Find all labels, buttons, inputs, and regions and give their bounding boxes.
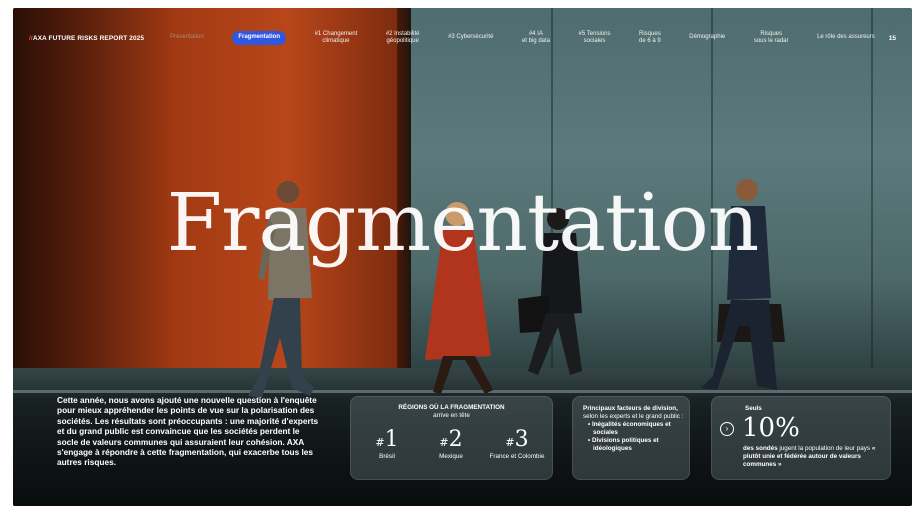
stat-text-bold: des sondés	[743, 445, 778, 452]
page-number: 15	[888, 34, 896, 42]
rank-1-country: Brésil	[379, 453, 395, 460]
nav-item-demographie[interactable]: Démographie	[689, 34, 725, 42]
rank-2-hash: #	[439, 436, 449, 449]
nav-item-cybersecurite[interactable]: #3 Cybersécurité	[448, 34, 493, 42]
arrow-circle-icon[interactable]: ›	[720, 422, 734, 436]
rank-2: #2 Mexique	[427, 427, 475, 460]
factor-item: • Inégalités économiques et sociales	[588, 421, 671, 436]
nav-item-changement-climatique[interactable]: #1 Changement climatique	[315, 31, 358, 46]
rank-2-number: 2	[448, 427, 463, 452]
regions-card: RÉGIONS OÙ LA FRAGMENTATION arrive en tê…	[350, 396, 553, 480]
brand-label: AXA FUTURE RISKS REPORT 2025	[32, 34, 145, 42]
hero-title: Fragmentation	[166, 176, 760, 269]
rank-3-hash: #	[505, 436, 515, 449]
factors-title-bold: Principaux facteurs de division,	[583, 405, 678, 412]
top-navigation: //AXA FUTURE RISKS REPORT 2025 Présentat…	[13, 8, 912, 68]
intro-paragraph: Cette année, nous avons ajouté une nouve…	[57, 395, 319, 468]
nav-item-risques-6-9[interactable]: Risques de 6 à 9	[639, 31, 661, 46]
rank-1-number: 1	[384, 427, 399, 452]
rank-1: #1 Brésil	[365, 427, 409, 460]
nav-item-role-assureurs[interactable]: Le rôle des assureurs	[817, 34, 875, 42]
nav-item-risques-radar[interactable]: Risques sous le radar	[754, 31, 789, 46]
stat-percent: 10%	[742, 413, 800, 443]
rank-3: #3 France et Colombie	[483, 427, 551, 460]
factors-title-rest: selon les experts et le grand public :	[583, 413, 684, 420]
report-brand[interactable]: //AXA FUTURE RISKS REPORT 2025	[29, 35, 144, 42]
regions-card-title: RÉGIONS OÙ LA FRAGMENTATION	[398, 404, 505, 411]
nav-item-fragmentation[interactable]: Fragmentation	[232, 31, 287, 45]
division-factors-card: Principaux facteurs de division, selon l…	[572, 396, 690, 480]
rank-1-hash: #	[375, 436, 385, 449]
stat-description: des sondés jugent la population de leur …	[743, 445, 889, 469]
regions-card-subtitle: arrive en tête	[433, 412, 470, 419]
unity-stat-card: Seuls › 10% des sondés jugent la populat…	[711, 396, 891, 480]
stat-lead: Seuls	[745, 405, 762, 412]
rank-3-number: 3	[514, 427, 529, 452]
division-factors-text: Principaux facteurs de division, selon l…	[583, 405, 687, 453]
factors-list: • Inégalités économiques et sociales • D…	[583, 421, 687, 453]
stat-text-mid: jugent la population de leur pays	[777, 445, 872, 452]
nav-item-presentation[interactable]: Présentation	[170, 34, 204, 42]
rank-3-country: France et Colombie	[489, 453, 545, 460]
factor-item: • Divisions politiques et idéologiques	[588, 437, 659, 452]
nav-item-ia-big-data[interactable]: #4 IA et big data	[522, 31, 550, 46]
report-page: //AXA FUTURE RISKS REPORT 2025 Présentat…	[13, 8, 912, 506]
rank-2-country: Mexique	[439, 453, 463, 460]
nav-item-instabilite-geopolitique[interactable]: #2 Instabilité géopolitique	[386, 31, 420, 46]
nav-item-tensions-sociales[interactable]: #5 Tensions sociales	[579, 31, 611, 46]
